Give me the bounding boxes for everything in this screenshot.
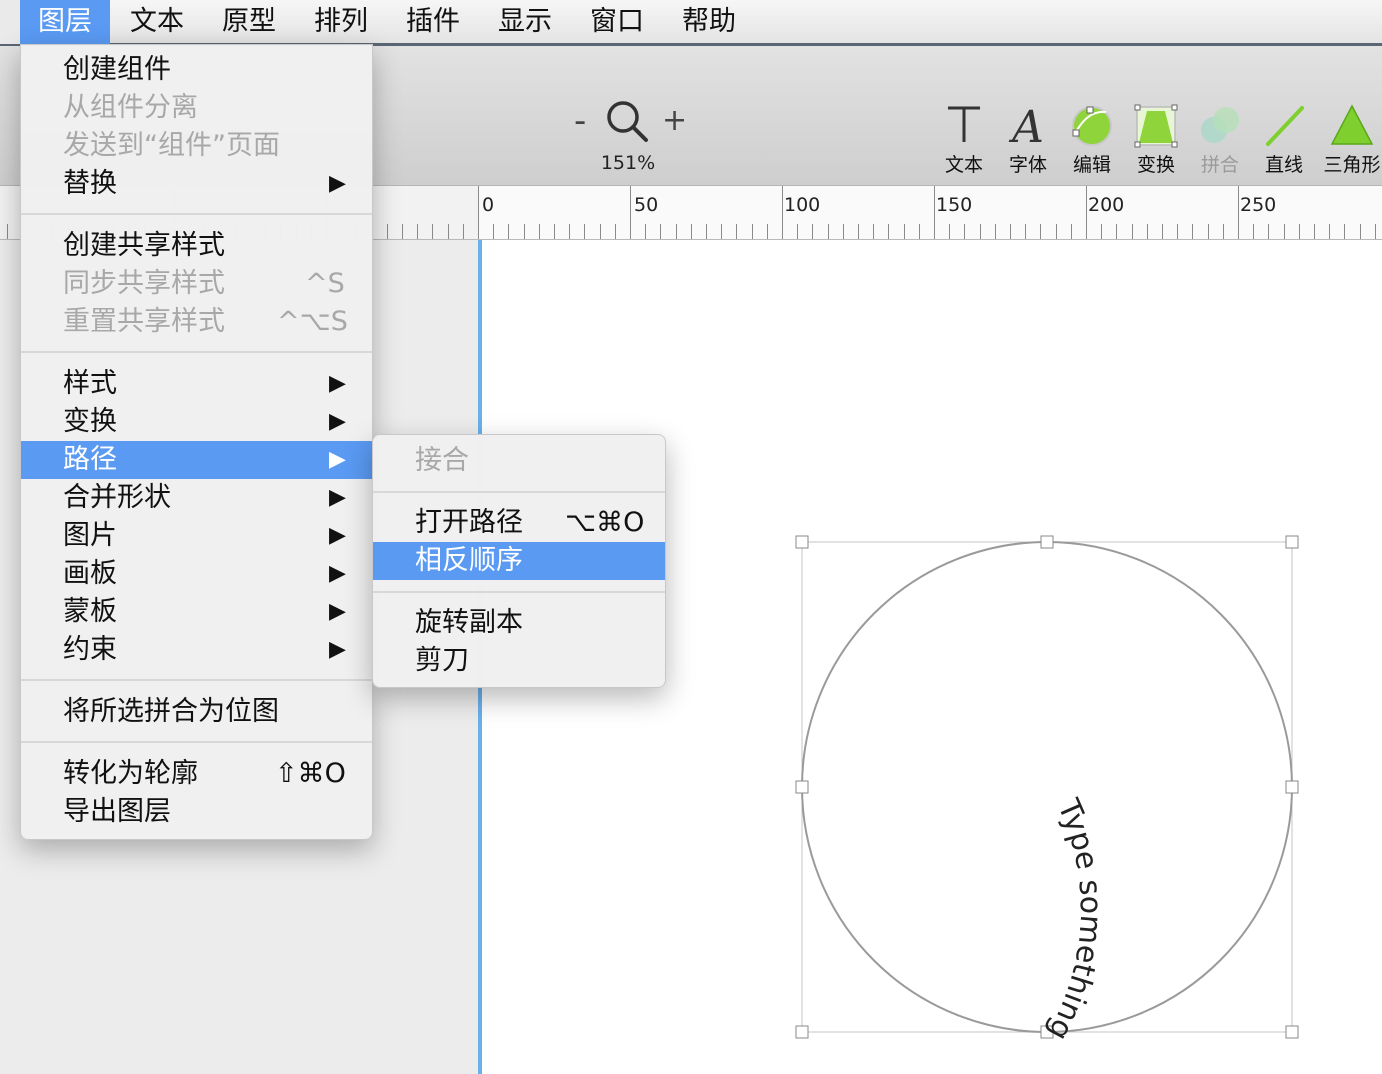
resize-handle <box>795 535 809 549</box>
submenu-item-open-path[interactable]: 打开路径 ⌥⌘O <box>373 504 665 542</box>
tool-label-edit: 编辑 <box>1072 154 1111 176</box>
menu-layer[interactable]: 图层 <box>20 0 110 44</box>
menu-item-export-layers[interactable]: 导出图层 <box>21 793 372 831</box>
curved-text-path: Type something <box>1040 793 1108 1046</box>
zoom-level: 151% <box>600 152 656 174</box>
submenu-arrow-icon: ▶ <box>329 485 346 510</box>
menu-item-create-shared-style[interactable]: 创建共享样式 <box>21 227 372 265</box>
resize-handle <box>1040 535 1054 549</box>
tool-label-flatten: 拼合 <box>1200 154 1239 176</box>
menu-shortcut: ⇧⌘O <box>275 758 346 789</box>
line-tool-icon <box>1266 106 1304 146</box>
resize-handle <box>1285 780 1299 794</box>
menu-item-reset-shared-style[interactable]: 重置共享样式 ^⌥S <box>21 303 372 341</box>
edit-tool-button[interactable]: 编辑 <box>1060 98 1124 182</box>
menubar: 图层 文本 原型 排列 插件 显示 窗口 帮助 <box>0 0 1382 46</box>
menu-item-mask[interactable]: 蒙板 ▶ <box>21 593 372 631</box>
menu-item-constraints[interactable]: 约束 ▶ <box>21 631 372 669</box>
zoom-out-button[interactable]: - <box>574 104 586 138</box>
submenu-arrow-icon: ▶ <box>329 523 346 548</box>
triangle-tool-button[interactable]: 三角形 <box>1320 98 1382 182</box>
menu-item-flatten-to-bitmap[interactable]: 将所选拼合为位图 <box>21 693 372 731</box>
submenu-arrow-icon: ▶ <box>329 171 346 196</box>
triangle-tool-icon <box>1330 104 1374 145</box>
selection-handles <box>795 535 1299 1039</box>
menu-item-sync-shared-style[interactable]: 同步共享样式 ^S <box>21 265 372 303</box>
submenu-item-join[interactable]: 接合 <box>373 442 665 480</box>
ruler-label: 200 <box>1088 194 1125 216</box>
menubar-edge <box>0 0 20 44</box>
line-tool-button[interactable]: 直线 <box>1252 98 1316 182</box>
menu-shortcut: ⌥⌘O <box>565 507 645 538</box>
menu-plugins[interactable]: 插件 <box>388 0 478 44</box>
submenu-arrow-icon: ▶ <box>329 637 346 662</box>
menu-item-artboard[interactable]: 画板 ▶ <box>21 555 372 593</box>
menu-item-replace[interactable]: 替换 ▶ <box>21 165 372 203</box>
curved-text: Type something <box>1040 793 1108 1046</box>
edit-tool-icon <box>1072 106 1112 146</box>
ruler-label: 250 <box>1240 194 1277 216</box>
submenu-arrow-icon: ▶ <box>329 599 346 624</box>
menu-view[interactable]: 显示 <box>480 0 570 44</box>
flatten-tool-button[interactable]: 拼合 <box>1188 98 1252 182</box>
menu-separator <box>21 351 372 353</box>
menu-item-combine-shapes[interactable]: 合并形状 ▶ <box>21 479 372 517</box>
menu-item-image[interactable]: 图片 ▶ <box>21 517 372 555</box>
selection-box <box>801 541 1293 1033</box>
zoom-in-button[interactable]: + <box>662 106 687 136</box>
menu-help[interactable]: 帮助 <box>664 0 754 44</box>
menu-separator <box>21 741 372 743</box>
menu-shortcut: ^S <box>305 268 345 299</box>
svg-text:A: A <box>1008 102 1044 150</box>
resize-handle <box>795 1025 809 1039</box>
submenu-arrow-icon: ▶ <box>329 371 346 396</box>
resize-handle <box>1285 1025 1299 1039</box>
menu-separator <box>373 491 665 493</box>
menu-item-send-to-symbols-page[interactable]: 发送到“组件”页面 <box>21 127 372 165</box>
menu-item-path[interactable]: 路径 ▶ <box>21 441 372 479</box>
transform-tool-icon <box>1134 104 1178 148</box>
path-submenu: 接合 打开路径 ⌥⌘O 相反顺序 旋转副本 剪刀 <box>372 434 666 688</box>
font-tool-button[interactable]: A 字体 <box>996 98 1060 182</box>
text-tool-icon <box>948 106 980 142</box>
submenu-item-reverse-order[interactable]: 相反顺序 <box>373 542 665 580</box>
menu-separator <box>373 591 665 593</box>
tool-label-font: 字体 <box>1008 154 1047 176</box>
resize-handle <box>795 780 809 794</box>
menu-prototype[interactable]: 原型 <box>204 0 294 44</box>
menu-item-style[interactable]: 样式 ▶ <box>21 365 372 403</box>
submenu-arrow-icon: ▶ <box>329 561 346 586</box>
menu-item-detach-symbol[interactable]: 从组件分离 <box>21 89 372 127</box>
menu-item-create-symbol[interactable]: 创建组件 <box>21 51 372 89</box>
tool-label-line: 直线 <box>1264 154 1303 176</box>
layer-menu: 创建组件 从组件分离 发送到“组件”页面 替换 ▶ 创建共享样式 同步共享样式 ^S… <box>20 44 373 840</box>
menu-separator <box>21 679 372 681</box>
tool-label-triangle: 三角形 <box>1323 154 1381 176</box>
resize-handle <box>1285 535 1299 549</box>
ruler-label: 50 <box>634 194 659 216</box>
ruler-label: 0 <box>482 194 495 216</box>
text-tool-button[interactable]: 文本 <box>932 98 996 182</box>
ruler-label: 150 <box>936 194 973 216</box>
tool-label-transform: 变换 <box>1136 154 1175 176</box>
submenu-arrow-icon: ▶ <box>329 447 346 472</box>
menu-shortcut: ^⌥S <box>277 306 348 337</box>
menu-separator <box>21 213 372 215</box>
menu-window[interactable]: 窗口 <box>572 0 662 44</box>
menu-arrange[interactable]: 排列 <box>296 0 386 44</box>
menu-text[interactable]: 文本 <box>112 0 202 44</box>
submenu-item-scissors[interactable]: 剪刀 <box>373 642 665 680</box>
tool-label-text: 文本 <box>944 154 983 176</box>
menu-item-convert-to-outlines[interactable]: 转化为轮廓 ⇧⌘O <box>21 755 372 793</box>
transform-tool-button[interactable]: 变换 <box>1124 98 1188 182</box>
flatten-tool-icon <box>1201 107 1239 143</box>
magnifier-icon[interactable] <box>604 98 650 144</box>
ruler-label: 100 <box>784 194 821 216</box>
menu-item-transform[interactable]: 变换 ▶ <box>21 403 372 441</box>
font-tool-icon: A <box>1008 102 1044 150</box>
submenu-arrow-icon: ▶ <box>329 409 346 434</box>
submenu-item-rotate-copies[interactable]: 旋转副本 <box>373 604 665 642</box>
circle-shape <box>801 541 1293 1033</box>
